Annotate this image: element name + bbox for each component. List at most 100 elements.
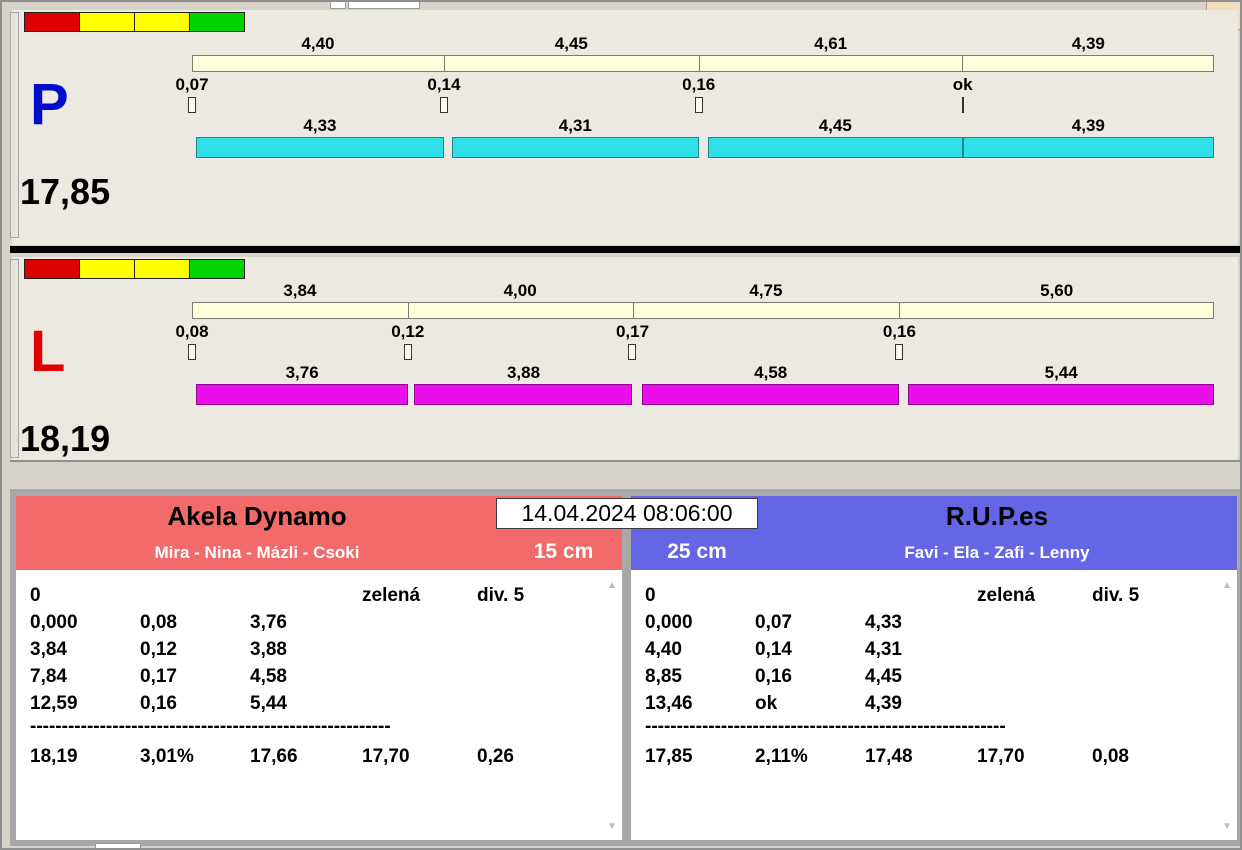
split-interval-label: 4,00 bbox=[503, 281, 537, 300]
traffic-light-box bbox=[79, 12, 135, 32]
change-marker bbox=[961, 97, 964, 113]
scroll-up-icon[interactable]: ▲ bbox=[607, 580, 617, 591]
result-cell: 18,19 bbox=[30, 746, 78, 767]
bar-divider bbox=[962, 56, 964, 71]
dog-time-label: 4,39 bbox=[1071, 116, 1105, 135]
background-window-fragment bbox=[330, 2, 346, 9]
split-interval-label: 4,61 bbox=[814, 34, 848, 53]
result-row: 0 zelená div. 5 bbox=[30, 582, 622, 609]
team-result-table: ▲ ▼ 0 zelená div. 5 0,000 0,08 3,76 3,84 0,12 3,… bbox=[16, 570, 622, 840]
dog-time-segment bbox=[908, 384, 1214, 405]
dog-time-segment bbox=[196, 384, 408, 405]
result-cell: 3,88 bbox=[250, 639, 287, 660]
result-cell: 5,44 bbox=[250, 693, 287, 714]
left-splitter[interactable] bbox=[10, 12, 19, 238]
scroll-down-icon[interactable]: ▼ bbox=[1222, 821, 1232, 832]
result-row: 0 zelená div. 5 bbox=[645, 582, 1237, 609]
result-cell: 3,76 bbox=[250, 612, 287, 633]
background-window-fragment bbox=[348, 2, 420, 9]
result-row: 13,46 ok 4,39 bbox=[645, 690, 1237, 717]
result-cell: 4,58 bbox=[250, 666, 287, 687]
result-cell: 0 bbox=[30, 585, 41, 606]
bar-divider bbox=[408, 303, 410, 318]
dog-time-label: 4,58 bbox=[754, 363, 788, 382]
result-row: 0,000 0,07 4,33 bbox=[645, 609, 1237, 636]
result-cell bbox=[362, 663, 477, 690]
result-cell: 0,000 bbox=[30, 612, 78, 633]
change-time-label: ok bbox=[952, 75, 973, 94]
change-marker bbox=[439, 97, 448, 113]
change-marker bbox=[628, 344, 637, 360]
traffic-light-box bbox=[134, 12, 190, 32]
scroll-up-icon[interactable]: ▲ bbox=[1222, 580, 1232, 591]
result-cell bbox=[140, 582, 250, 609]
result-cell: 8,85 bbox=[645, 666, 682, 687]
dog-time-label: 5,44 bbox=[1044, 363, 1078, 382]
team-panel-right: R.U.P.es Favi - Ela - Zafi - Lenny 25 cm… bbox=[631, 496, 1237, 840]
change-marker bbox=[694, 97, 703, 113]
bar-divider bbox=[698, 56, 700, 71]
traffic-light-box bbox=[24, 12, 80, 32]
result-row: 7,84 0,17 4,58 bbox=[30, 663, 622, 690]
result-cell: 0,08 bbox=[1092, 746, 1129, 767]
lane-total-time: 17,85 bbox=[20, 171, 111, 212]
result-cell: 7,84 bbox=[30, 666, 67, 687]
dog-time-bar bbox=[192, 137, 1214, 158]
team-result-table: ▲ ▼ 0 zelená div. 5 0,000 0,07 4,33 4,40 0,14 4,… bbox=[631, 570, 1237, 840]
section-divider bbox=[10, 460, 1240, 462]
lane-divider bbox=[10, 246, 1240, 253]
bar-divider bbox=[444, 56, 446, 71]
result-cell: zelená bbox=[362, 585, 421, 606]
result-cell bbox=[755, 582, 865, 609]
result-cell bbox=[362, 690, 477, 717]
result-cell bbox=[865, 582, 977, 609]
result-cell: 4,39 bbox=[865, 693, 902, 714]
scroll-down-icon[interactable]: ▼ bbox=[607, 821, 617, 832]
lane-letter: P bbox=[30, 72, 69, 137]
left-splitter[interactable] bbox=[10, 259, 19, 458]
team-name: R.U.P.es bbox=[945, 501, 1049, 531]
lane-panel-left-team: L 18,19 3,84 4,00 4,75 5,60 0,08 0,12 0,17 0,16 3,… bbox=[12, 257, 1238, 460]
result-row: 8,85 0,16 4,45 bbox=[645, 663, 1237, 690]
lane-bar-area: 4,40 4,45 4,61 4,39 0,07 0,14 0,16 ok 4,33 4,31 4,… bbox=[175, 10, 1214, 245]
dog-time-bar bbox=[192, 384, 1214, 405]
result-cell bbox=[250, 582, 362, 609]
result-cell: div. 5 bbox=[1092, 585, 1140, 606]
result-cell: 17,66 bbox=[250, 746, 298, 767]
dog-time-segment bbox=[707, 137, 963, 158]
result-cell: 13,46 bbox=[645, 693, 693, 714]
result-cell bbox=[1092, 609, 1237, 636]
result-row: 4,40 0,14 4,31 bbox=[645, 636, 1237, 663]
result-cell bbox=[477, 609, 622, 636]
result-cell: zelená bbox=[977, 585, 1036, 606]
result-cell: 3,01% bbox=[140, 746, 194, 767]
lane-bar-area: 3,84 4,00 4,75 5,60 0,08 0,12 0,17 0,16 3,76 3,88… bbox=[175, 257, 1214, 460]
result-cell: 0,16 bbox=[755, 666, 792, 687]
result-cell bbox=[977, 609, 1092, 636]
result-cell: ok bbox=[755, 693, 778, 714]
team-dog-list: Mira - Nina - Mázli - Csoki bbox=[154, 543, 360, 562]
dog-time-label: 4,45 bbox=[818, 116, 852, 135]
result-row: 0,000 0,08 3,76 bbox=[30, 609, 622, 636]
traffic-light-box bbox=[79, 259, 135, 279]
change-time-label: 0,14 bbox=[427, 75, 461, 94]
dog-time-segment bbox=[962, 137, 1214, 158]
separator-line: ----------------------------------------… bbox=[645, 716, 1006, 737]
result-cell: 4,31 bbox=[865, 639, 902, 660]
result-row: 17,85 2,11% 17,48 17,70 0,08 bbox=[645, 743, 1237, 770]
lane-panel-right-team: P 17,85 4,40 4,45 4,61 4,39 0,07 0,14 0,16 ok 4,33… bbox=[12, 10, 1238, 245]
change-time-label: 0,08 bbox=[175, 322, 209, 341]
result-cell: 0,17 bbox=[140, 666, 177, 687]
dog-time-segment bbox=[414, 384, 633, 405]
result-cell bbox=[977, 663, 1092, 690]
result-cell: 0,07 bbox=[755, 612, 792, 633]
change-time-label: 0,17 bbox=[615, 322, 650, 341]
result-cell: 3,84 bbox=[30, 639, 67, 660]
datetime-display: 14.04.2024 08:06:00 bbox=[496, 498, 758, 529]
bar-divider bbox=[632, 303, 634, 318]
traffic-light-box bbox=[24, 259, 80, 279]
dog-time-segment bbox=[196, 137, 444, 158]
split-interval-label: 3,84 bbox=[283, 281, 317, 300]
bar-divider bbox=[898, 303, 900, 318]
change-marker bbox=[895, 344, 904, 360]
